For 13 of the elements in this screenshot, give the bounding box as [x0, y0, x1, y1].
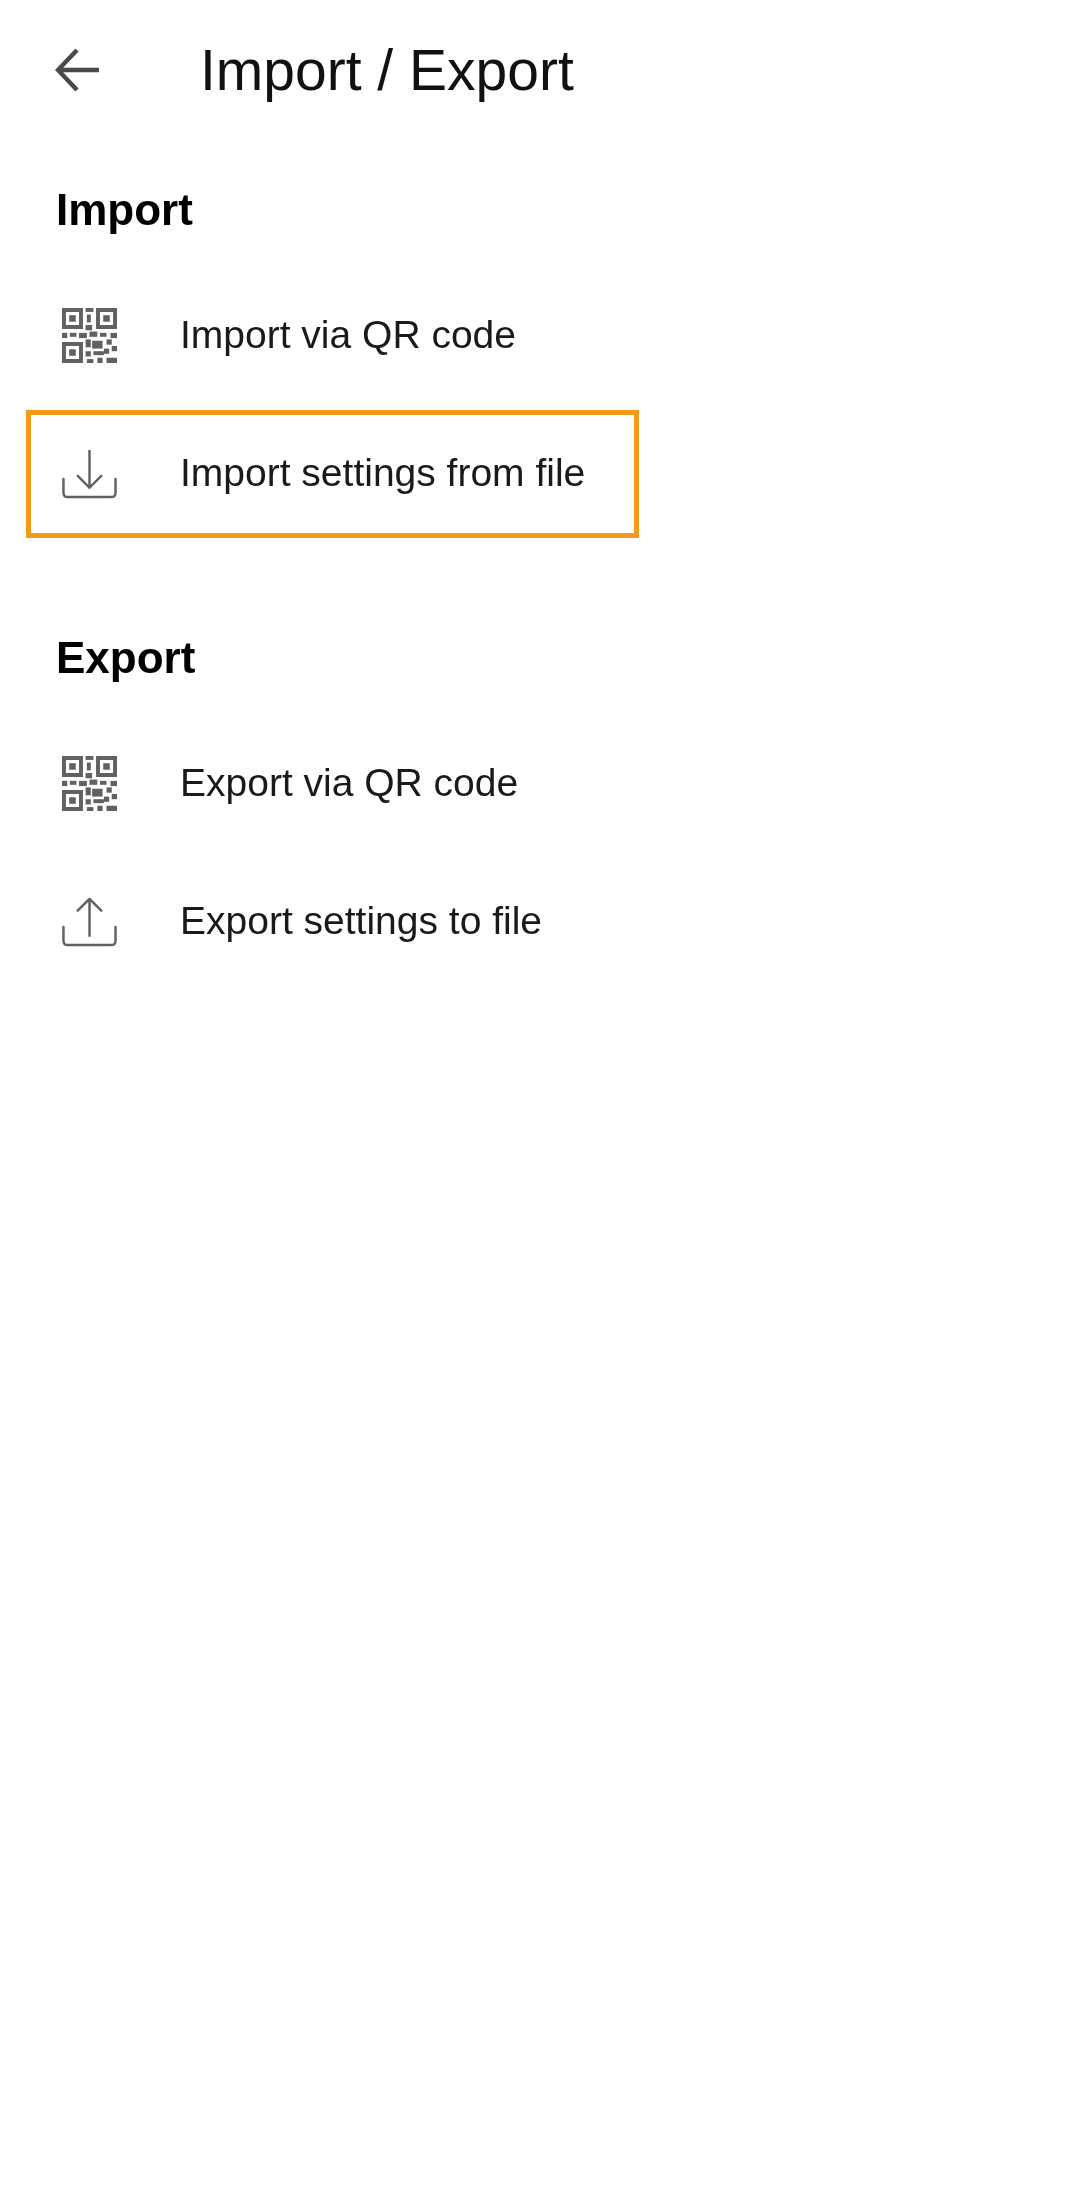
- qr-code-icon: [62, 756, 117, 812]
- screen-title: Import / Export: [200, 36, 574, 104]
- back-button[interactable]: [55, 48, 99, 92]
- menu-item[interactable]: Import via QR code: [26, 271, 639, 400]
- section-heading: Import: [56, 184, 193, 236]
- menu-item[interactable]: Export settings to file: [26, 857, 639, 986]
- back-arrow-icon: [55, 48, 99, 92]
- menu-item[interactable]: Import settings from file: [26, 409, 639, 538]
- section-heading: Export: [56, 631, 196, 684]
- download-icon: [62, 448, 117, 499]
- qr-code-icon: [62, 308, 117, 364]
- menu-item[interactable]: Export via QR code: [26, 719, 639, 848]
- upload-icon: [62, 896, 117, 947]
